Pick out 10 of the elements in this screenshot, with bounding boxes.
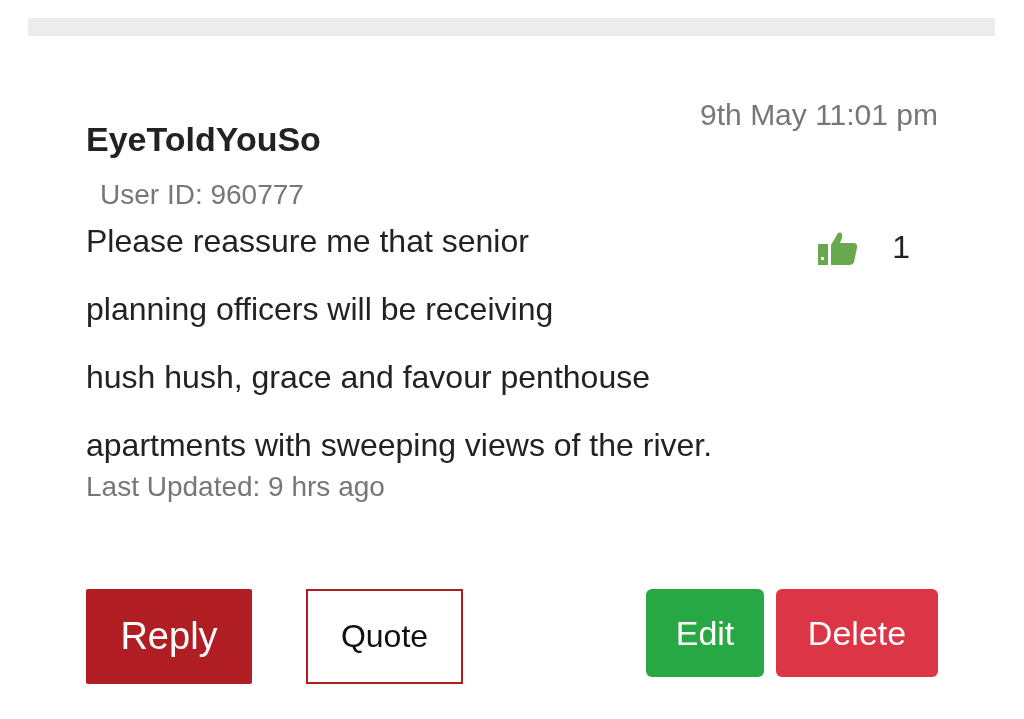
- thumbs-up-icon[interactable]: [818, 230, 859, 265]
- post-date: 9th May 11:01 pm: [700, 98, 938, 132]
- action-button[interactable]: Delete: [776, 589, 938, 677]
- user-id: User ID: 960777: [100, 179, 305, 211]
- action-button[interactable]: Quote: [306, 589, 463, 684]
- action-button[interactable]: Reply: [86, 589, 252, 684]
- like-count: 1: [892, 229, 910, 266]
- comment-text: Please reassure me that senior planning officers will be receiving hush hush, grace and favour penthouse apartments with sweeping views of the river.: [86, 222, 713, 465]
- username: EyeToldYouSo: [86, 120, 321, 159]
- last-updated: Last Updated: 9 hrs ago: [86, 471, 386, 503]
